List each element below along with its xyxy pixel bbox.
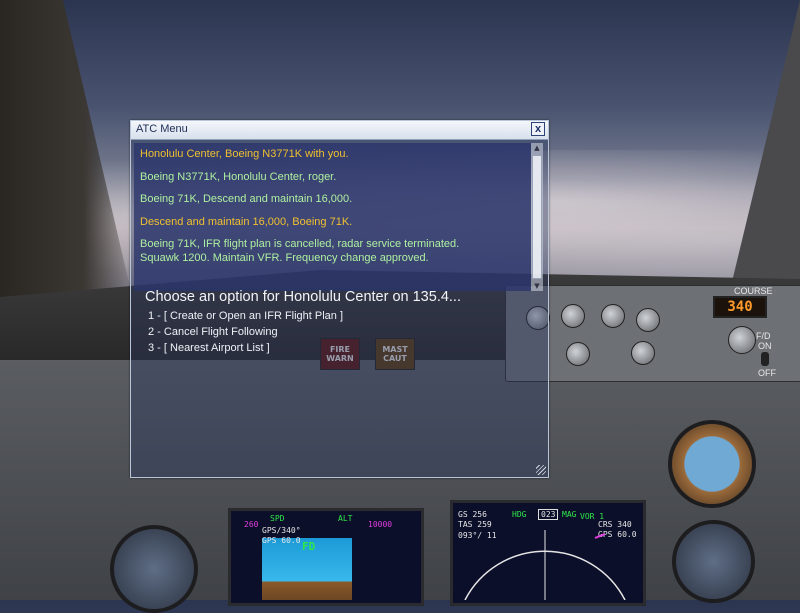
atc-window-title: ATC Menu	[136, 123, 188, 135]
message-log-scrollbar[interactable]: ▲ ▼	[531, 143, 543, 291]
atc-message: Boeing 71K, Descend and maintain 16,000.	[140, 193, 353, 205]
scrollbar-thumb[interactable]	[532, 155, 542, 279]
right-window-pillar	[730, 0, 800, 290]
pfd-alt-label: ALT	[338, 514, 353, 523]
scroll-up-icon[interactable]: ▲	[531, 143, 543, 153]
pfd-speed-bug: 260	[244, 520, 259, 529]
mtrs-button[interactable]	[601, 304, 625, 328]
atc-options-list: 1 - [ Create or Open an IFR Flight Plan …	[148, 308, 343, 356]
atc-message: Honolulu Center, Boeing N3771K with you.	[140, 148, 349, 160]
course-knob[interactable]	[728, 326, 756, 354]
option-nearest-airport-list[interactable]: 3 - [ Nearest Airport List ]	[148, 340, 343, 356]
pfd-spd-label: SPD	[270, 514, 285, 523]
nd-groundspeed: GS 256	[458, 510, 487, 519]
scroll-down-icon[interactable]: ▼	[531, 281, 543, 291]
fd-off-label: OFF	[758, 368, 776, 378]
map-mode-knob[interactable]	[566, 342, 590, 366]
fd-switch[interactable]	[761, 352, 769, 366]
course-label: COURSE	[734, 286, 773, 296]
atc-message-log: Honolulu Center, Boeing N3771K with you.…	[134, 143, 531, 291]
baro-set-knob[interactable]	[636, 308, 660, 332]
pfd-fd-label: FD	[302, 540, 316, 553]
pfd-alt-bug: 10000	[368, 520, 393, 529]
atc-message: Boeing 71K, IFR flight plan is cancelled…	[140, 238, 460, 264]
standby-attitude-indicator	[668, 420, 756, 508]
nd-mag-label: MAG	[562, 510, 577, 519]
range-knob[interactable]	[631, 341, 655, 365]
baro-knob[interactable]	[561, 304, 585, 328]
atc-message: Boeing N3771K, Honolulu Center, roger.	[140, 170, 337, 183]
nd-compass-arc	[464, 530, 626, 600]
atc-titlebar[interactable]: ATC Menu x	[131, 121, 548, 140]
option-create-ifr-flight-plan[interactable]: 1 - [ Create or Open an IFR Flight Plan …	[148, 308, 343, 324]
close-button[interactable]: x	[531, 122, 545, 136]
standby-altimeter	[672, 520, 755, 603]
resize-grip-icon[interactable]	[536, 465, 546, 475]
close-icon: x	[534, 123, 542, 135]
nd-hdg-label: HDG	[512, 510, 527, 519]
fd-label: F/D	[756, 331, 771, 341]
course-display: 340	[713, 296, 767, 318]
atc-message: Descend and maintain 16,000, Boeing 71K.	[140, 215, 353, 228]
nd-hdg-value: 023	[538, 509, 559, 520]
atc-option-prompt: Choose an option for Honolulu Center on …	[145, 289, 461, 305]
option-cancel-flight-following[interactable]: 2 - Cancel Flight Following	[148, 324, 343, 340]
atc-menu-window[interactable]: ATC Menu x Honolulu Center, Boeing N3771…	[130, 120, 549, 478]
mode-control-panel: COURSE 340 F/D ON OFF	[505, 285, 800, 382]
fd-on-label: ON	[758, 341, 772, 351]
pfd-gps-track: GPS/340°	[262, 526, 301, 535]
pfd-gps-speed: GPS 60.0	[262, 536, 301, 545]
